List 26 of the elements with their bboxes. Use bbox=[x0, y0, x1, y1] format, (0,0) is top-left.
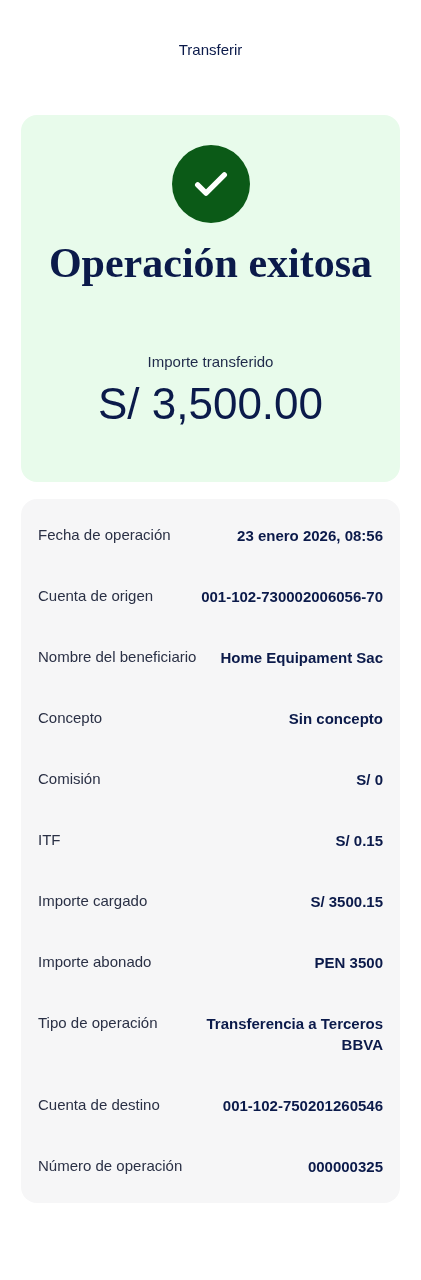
detail-label: Fecha de operación bbox=[38, 525, 171, 545]
detail-value: Transferencia a Terceros BBVA bbox=[205, 1014, 383, 1055]
detail-label: Tipo de operación bbox=[38, 1013, 158, 1033]
detail-value: S/ 0 bbox=[356, 770, 383, 790]
detail-label: Cuenta de destino bbox=[38, 1095, 160, 1115]
detail-label: Número de operación bbox=[38, 1156, 183, 1176]
detail-value: 000000325 bbox=[307, 1157, 383, 1177]
detail-value: S/ 3500.15 bbox=[310, 892, 383, 912]
detail-label: Comisión bbox=[38, 769, 101, 789]
detail-value: 001-102-730002006056-70 bbox=[201, 587, 383, 607]
detail-label: Concepto bbox=[38, 708, 103, 728]
detail-value: Sin concepto bbox=[288, 709, 383, 729]
amount-label: Importe transferido bbox=[147, 352, 274, 372]
detail-label: Nombre del beneficiario bbox=[38, 647, 197, 667]
amount-value: S/ 3,500.00 bbox=[97, 378, 324, 430]
page-title: Transferir bbox=[178, 40, 243, 60]
detail-value: 001-102-750201260546 bbox=[222, 1096, 383, 1116]
detail-value: 23 enero 2026, 08:56 bbox=[237, 526, 383, 546]
detail-label: Importe abonado bbox=[38, 952, 152, 972]
detail-value: Home Equipament Sac bbox=[220, 648, 383, 668]
detail-label: ITF bbox=[38, 830, 61, 850]
detail-value: PEN 3500 bbox=[314, 953, 383, 973]
detail-value: S/ 0.15 bbox=[335, 831, 383, 851]
detail-label: Importe cargado bbox=[38, 891, 148, 911]
detail-label: Cuenta de origen bbox=[38, 586, 154, 606]
result-title: Operación exitosa bbox=[48, 239, 373, 288]
